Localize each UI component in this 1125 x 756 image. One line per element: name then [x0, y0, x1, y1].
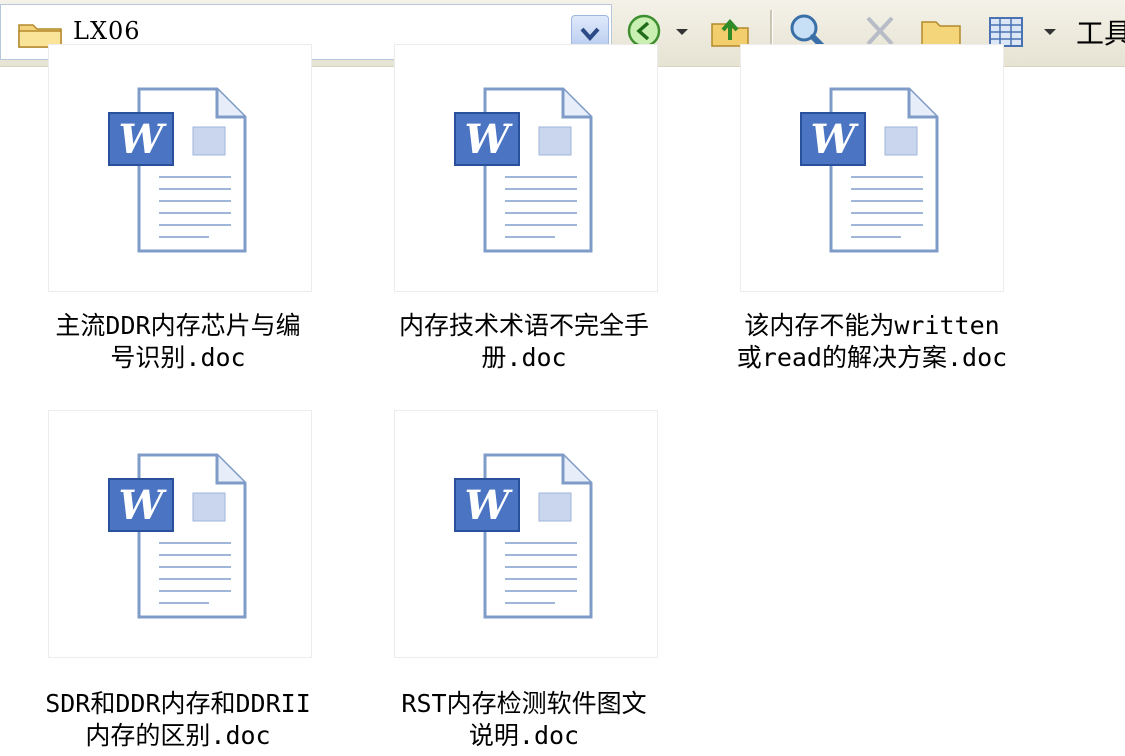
- svg-text:W: W: [119, 116, 168, 163]
- address-text: LX06: [73, 17, 141, 45]
- file-name-line1: 主流DDR内存芯片与编: [55, 311, 301, 340]
- file-thumbnail: W: [48, 44, 312, 292]
- file-name: SDR和DDR内存和DDRII 内存的区别.doc: [8, 688, 348, 752]
- file-name: 该内存不能为written 或read的解决方案.doc: [702, 310, 1042, 374]
- file-name-line1: 该内存不能为written: [744, 311, 1000, 340]
- file-name-line2: 册.doc: [481, 343, 567, 372]
- dropdown-arrow-icon[interactable]: [672, 10, 692, 52]
- file-thumbnail: W: [48, 410, 312, 658]
- file-thumbnail: W: [740, 44, 1004, 292]
- svg-text:W: W: [465, 116, 514, 163]
- file-name-line2: 号识别.doc: [110, 343, 246, 372]
- file-name-line2: 或read的解决方案.doc: [736, 343, 1008, 372]
- word-document-icon: W: [108, 453, 247, 619]
- file-thumbnail: W: [394, 410, 658, 658]
- file-name-line2: 内存的区别.doc: [85, 721, 271, 750]
- tools-menu[interactable]: 工具: [1076, 12, 1125, 52]
- file-thumbnail: W: [394, 44, 658, 292]
- file-name: RST内存检测软件图文 说明.doc: [354, 688, 694, 752]
- word-document-icon: W: [800, 87, 939, 253]
- dropdown-arrow-icon[interactable]: [1040, 10, 1060, 52]
- word-document-icon: W: [108, 87, 247, 253]
- file-name: 内存技术术语不完全手 册.doc: [354, 310, 694, 374]
- word-document-icon: W: [454, 453, 593, 619]
- svg-text:W: W: [811, 116, 860, 163]
- file-name: 主流DDR内存芯片与编 号识别.doc: [8, 310, 348, 374]
- file-name-line1: SDR和DDR内存和DDRII: [45, 689, 311, 718]
- svg-text:W: W: [119, 482, 168, 529]
- file-name-line1: 内存技术术语不完全手: [398, 311, 649, 340]
- svg-text:W: W: [465, 482, 514, 529]
- file-name-line1: RST内存检测软件图文: [401, 689, 647, 718]
- file-name-line2: 说明.doc: [468, 721, 580, 750]
- word-document-icon: W: [454, 87, 593, 253]
